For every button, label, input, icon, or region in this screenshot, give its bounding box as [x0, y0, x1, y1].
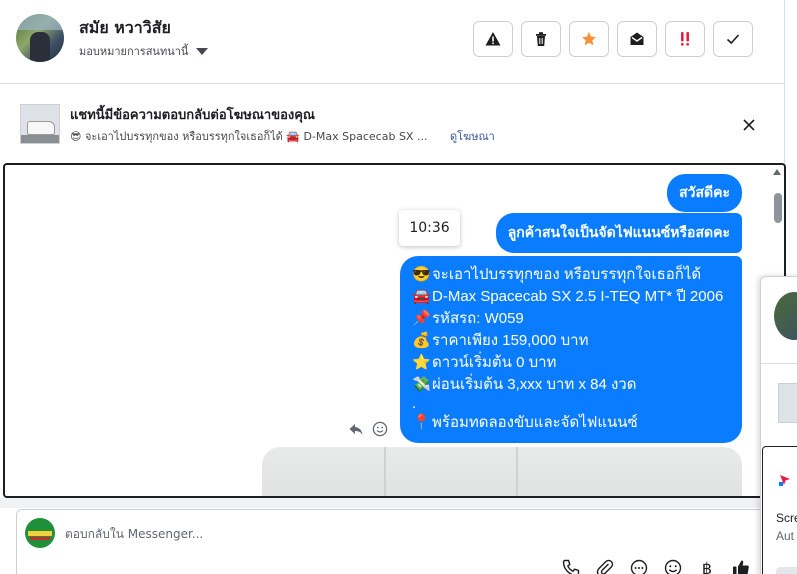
like-icon[interactable] — [730, 557, 752, 574]
image-attachment[interactable] — [262, 447, 742, 496]
notification-subtitle: Aut — [776, 529, 795, 543]
paperclip-icon[interactable] — [594, 557, 616, 574]
star-button[interactable] — [569, 21, 609, 57]
phone-icon[interactable] — [560, 557, 582, 574]
saved-replies-icon[interactable] — [628, 557, 650, 574]
contact-name[interactable]: สมัย หวาวิสัย — [79, 16, 171, 41]
spam-button[interactable] — [665, 21, 705, 57]
composer-separator — [0, 498, 784, 508]
avatar — [774, 292, 797, 340]
message-actions — [348, 421, 388, 437]
ad-message-line: . — [412, 395, 417, 412]
caret-down-icon — [196, 47, 209, 55]
mark-unread-button[interactable] — [617, 21, 657, 57]
notification-button[interactable] — [776, 567, 797, 574]
notification-toast[interactable]: Scre Aut — [762, 446, 797, 574]
check-icon — [726, 34, 740, 45]
ad-message-bubble[interactable]: 😎จะเอาไปบรรทุกของ หรือบรรทุกใจเธอก็ได้ 🚘… — [400, 256, 742, 443]
report-button[interactable] — [473, 21, 513, 57]
message-bubble[interactable]: สวัสดีคะ — [667, 174, 742, 212]
avatar[interactable] — [16, 14, 64, 62]
scrollbar-thumb[interactable] — [774, 193, 782, 223]
envelope-open-icon — [630, 32, 644, 45]
emoji-icon[interactable] — [662, 557, 684, 574]
message-thread[interactable]: สวัสดีคะ 10:36 ลูกค้าสนใจเป็นจัดไฟแนนซ์ห… — [3, 163, 786, 498]
trash-icon — [536, 32, 546, 46]
warning-icon — [485, 32, 501, 46]
notification-title: Scre — [776, 511, 797, 525]
ad-banner-subtitle: 😎 จะเอาไปบรรทุกของ หรือบรรทุกใจเธอก็ได้ … — [70, 130, 428, 143]
reply-icon[interactable] — [348, 421, 364, 437]
composer-toolbar: ฿ — [560, 557, 752, 574]
ad-reply-banner: แชทนี้มีข้อความตอบกลับต่อโฆษณาของคุณ 😎 จ… — [0, 84, 784, 162]
timestamp-tooltip: 10:36 — [399, 210, 460, 246]
ad-message-line: 💰ราคาเพียง 159,000 บาท — [412, 332, 589, 349]
assign-label: มอบหมายการสนทนานี้ — [79, 45, 189, 58]
screenshot-app-icon — [779, 475, 790, 486]
emoji-reaction-icon[interactable] — [372, 421, 388, 437]
ad-thumbnail[interactable] — [20, 104, 60, 144]
ad-message-line: 💸ผ่อนเริ่มต้น 3,xxx บาท x 84 งวด — [412, 376, 637, 393]
baht-icon[interactable]: ฿ — [696, 557, 718, 574]
ad-message-line: 😎จะเอาไปบรรทุกของ หรือบรรทุกใจเธอก็ได้ — [412, 266, 702, 283]
reply-input[interactable]: ตอบกลับใน Messenger... — [65, 525, 203, 544]
ad-message-line: 📌รหัสรถ: W059 — [412, 310, 524, 327]
double-exclamation-icon — [681, 32, 689, 46]
conversation-header: สมัย หวาวิสัย มอบหมายการสนทนานี้ — [0, 0, 784, 84]
close-banner-button[interactable] — [740, 116, 758, 134]
ad-thumbnail — [778, 383, 797, 423]
ad-banner-title: แชทนี้มีข้อความตอบกลับต่อโฆษณาของคุณ — [70, 108, 315, 123]
page-avatar — [25, 518, 55, 548]
ad-message-line: 🚘D-Max Spacecab SX 2.5 I-TEQ MT* ปี 2006 — [412, 288, 724, 305]
scroll-up-arrow-icon[interactable] — [773, 169, 781, 175]
done-button[interactable] — [713, 21, 753, 57]
assign-conversation-dropdown[interactable]: มอบหมายการสนทนานี้ — [79, 42, 209, 60]
reply-composer[interactable]: ตอบกลับใน Messenger... ฿ — [16, 509, 776, 574]
delete-button[interactable] — [521, 21, 561, 57]
view-ad-link[interactable]: ดูโฆษณา — [450, 127, 495, 145]
close-icon — [743, 119, 755, 131]
message-bubble[interactable]: ลูกค้าสนใจเป็นจัดไฟแนนซ์หรือสดคะ — [495, 213, 742, 253]
star-icon — [582, 32, 596, 46]
ad-message-line: ⭐ดาวน์เริ่มต้น 0 บาท — [412, 354, 557, 371]
ad-message-line: 📍พร้อมทดลองขับและจัดไฟแนนซ์ — [412, 414, 638, 431]
